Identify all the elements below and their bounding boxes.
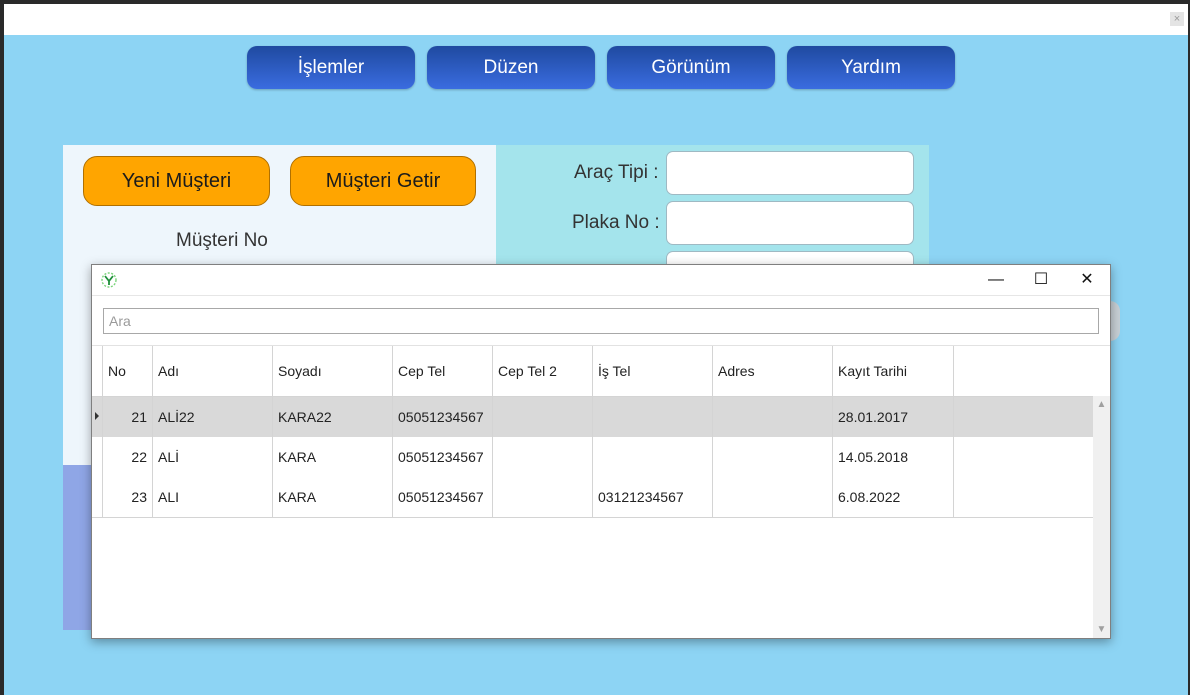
cell-kayit-tarihi[interactable]: 28.01.2017 [833, 397, 954, 437]
cell-soyadi[interactable]: KARA [273, 437, 393, 477]
table-row[interactable]: 22 ALİ KARA 05051234567 14.05.2018 [92, 437, 1093, 478]
menu-duzen-button[interactable]: Düzen [427, 46, 595, 89]
new-customer-button[interactable]: Yeni Müşteri [83, 156, 270, 206]
cell-is-tel[interactable]: 03121234567 [593, 477, 713, 517]
column-header-kayit-tarihi[interactable]: Kayıt Tarihi [833, 346, 954, 396]
cell-is-tel[interactable] [593, 437, 713, 477]
table-row[interactable]: 21 ALİ22 KARA22 05051234567 28.01.2017 [92, 397, 1093, 438]
customer-search-dialog: — ☐ ✕ No Adı Soyadı Cep Tel Cep Tel 2 İş… [91, 264, 1111, 639]
cell-kayit-tarihi[interactable]: 14.05.2018 [833, 437, 954, 477]
cell-cep-tel-2[interactable] [493, 437, 593, 477]
cell-cep-tel-2[interactable] [493, 397, 593, 437]
cell-cep-tel-2[interactable] [493, 477, 593, 517]
row-header-cell[interactable] [92, 437, 103, 477]
row-header-corner [92, 346, 103, 396]
cell-soyadi[interactable]: KARA [273, 477, 393, 517]
scroll-down-icon[interactable]: ▼ [1093, 621, 1110, 638]
vehicle-type-label: Araç Tipi : [574, 162, 659, 183]
column-header-cep-tel[interactable]: Cep Tel [393, 346, 493, 396]
cell-is-tel[interactable] [593, 397, 713, 437]
vertical-scrollbar[interactable]: ▲ ▼ [1093, 396, 1110, 638]
cell-cep-tel[interactable]: 05051234567 [393, 397, 493, 437]
cell-no[interactable]: 21 [103, 397, 153, 437]
search-input[interactable] [104, 309, 1098, 333]
cell-adres[interactable] [713, 477, 833, 517]
scroll-up-icon[interactable]: ▲ [1093, 396, 1110, 413]
column-header-cep-tel-2[interactable]: Cep Tel 2 [493, 346, 593, 396]
grid-header-row: No Adı Soyadı Cep Tel Cep Tel 2 İş Tel A… [92, 346, 1093, 397]
maximize-icon[interactable]: ☐ [1018, 265, 1064, 295]
menu-gorunum-button[interactable]: Görünüm [607, 46, 775, 89]
current-row-arrow-icon [95, 412, 99, 420]
customer-no-label: Müşteri No [176, 230, 268, 251]
column-header-soyadi[interactable]: Soyadı [273, 346, 393, 396]
main-title-bar: × [4, 4, 1188, 35]
minimize-icon[interactable]: — [973, 265, 1019, 295]
column-header-is-tel[interactable]: İş Tel [593, 346, 713, 396]
cell-cep-tel[interactable]: 05051234567 [393, 477, 493, 517]
cell-adi[interactable]: ALİ [153, 437, 273, 477]
cell-adi[interactable]: ALİ22 [153, 397, 273, 437]
close-icon[interactable]: ✕ [1064, 265, 1110, 295]
get-customer-button[interactable]: Müşteri Getir [290, 156, 476, 206]
column-header-adres[interactable]: Adres [713, 346, 833, 396]
cell-adres[interactable] [713, 397, 833, 437]
customer-grid: No Adı Soyadı Cep Tel Cep Tel 2 İş Tel A… [92, 345, 1110, 638]
cell-kayit-tarihi[interactable]: 6.08.2022 [833, 477, 954, 517]
plate-no-label: Plaka No : [572, 212, 660, 233]
app-logo-icon [101, 272, 117, 288]
column-header-adi[interactable]: Adı [153, 346, 273, 396]
search-box [103, 308, 1099, 334]
main-close-button[interactable]: × [1170, 12, 1184, 26]
vehicle-type-input[interactable] [666, 151, 914, 195]
cell-cep-tel[interactable]: 05051234567 [393, 437, 493, 477]
cell-soyadi[interactable]: KARA22 [273, 397, 393, 437]
plate-no-input[interactable] [666, 201, 914, 245]
cell-no[interactable]: 23 [103, 477, 153, 517]
cell-no[interactable]: 22 [103, 437, 153, 477]
table-row[interactable]: 23 ALI KARA 05051234567 03121234567 6.08… [92, 477, 1093, 518]
row-header-cell[interactable] [92, 397, 103, 437]
cell-adi[interactable]: ALI [153, 477, 273, 517]
dialog-title-bar: — ☐ ✕ [92, 265, 1110, 296]
cell-adres[interactable] [713, 437, 833, 477]
row-header-cell[interactable] [92, 477, 103, 517]
column-header-no[interactable]: No [103, 346, 153, 396]
menu-islemler-button[interactable]: İşlemler [247, 46, 415, 89]
menu-yardim-button[interactable]: Yardım [787, 46, 955, 89]
